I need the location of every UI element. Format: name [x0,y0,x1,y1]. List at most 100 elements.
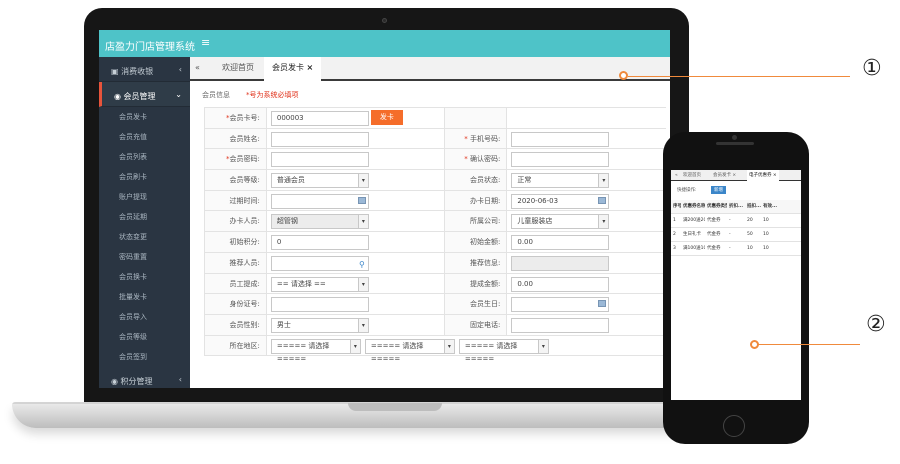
phone-new-button[interactable]: 新增 [711,186,726,194]
chevron-left-icon: ‹ [178,65,182,74]
sidebar-item-withdraw[interactable]: 账户提现 [99,187,190,207]
field-cell [507,253,666,273]
field-label: 提成金额: [445,273,508,294]
required-mark: * [226,114,230,122]
form-row: 初始积分: 0 初始金额: 0.00 [205,232,666,253]
sidebar-group-points[interactable]: ◉ 积分管理 ‹ [99,367,190,388]
coupon-table: 序号优惠券名称优惠券类型折扣...抵扣...有效...1满200送20代金券-2… [671,200,801,256]
table-cell: 10 [747,246,753,251]
form-row: 所在地区: ===== 请选择 ===== ▾ ===== 请选择 ===== ▾ ===… [205,335,666,363]
field-input[interactable] [270,131,369,147]
home-button[interactable] [723,415,745,437]
phone-back-icon[interactable]: « [673,170,680,181]
sidebar-group-label: 消费收银 [121,67,154,76]
field-input[interactable]: 000003 [270,111,369,126]
field-input[interactable]: 男士 ▾ [270,317,369,333]
table-cell: 10 [763,218,769,223]
field-input[interactable] [511,255,610,271]
form-row: *会员卡号: 000003 发卡 [205,108,666,129]
field-input[interactable]: 超管钢 ▾ [270,214,369,230]
field-label: *会员密码: [205,149,267,170]
field-cell: 儿童服装店 ▾ [507,211,666,231]
field-input[interactable]: 普通会员 ▾ [270,173,369,189]
sidebar-item-batch-issue[interactable]: 批量发卡 [99,287,190,307]
sidebar-item-checkin[interactable]: 会员签到 [99,347,190,367]
sidebar-item-issue-card[interactable]: 会员发卡 [99,107,190,127]
close-icon[interactable]: × [307,63,314,72]
chevron-down-icon: ▾ [598,174,609,188]
field-input[interactable] [511,297,610,313]
phone-tab-coupons[interactable]: 电子优惠券 × [747,170,779,181]
field-input[interactable] [511,131,610,147]
table-cell: 生日礼卡 [683,232,701,237]
field-input[interactable]: == 请选择 == ▾ [270,276,369,292]
field-label: * 确认密码: [445,149,508,170]
callout-number-1: ① [862,56,882,81]
table-row: 1 满200送20 代金券 - 20 10 [671,214,801,228]
table-row: 2 生日礼卡 代金券 - 50 10 [671,228,801,242]
field-label: *会员卡号: [205,108,267,128]
field-input[interactable] [270,193,369,209]
field-input[interactable]: 正常 ▾ [511,173,610,189]
field-input[interactable]: 0.00 [511,276,610,292]
field-input[interactable]: 儿童服装店 ▾ [511,214,610,230]
field-input[interactable] [511,152,610,168]
points-icon: ◉ [111,377,121,386]
sidebar-group-cashier[interactable]: ▣ 消费收银 ‹ [99,57,190,82]
form-row: *会员密码: * 确认密码: [205,149,666,171]
field-cell: 0.00 [507,232,666,252]
field-input[interactable]: 0.00 [511,235,610,251]
field-cell [267,294,446,314]
tab-home[interactable]: 欢迎首页 [214,57,262,81]
sidebar-item-recharge[interactable]: 会员充值 [99,127,190,147]
region-select[interactable]: ===== 请选择 ===== ▾ [270,338,361,363]
field-input[interactable] [270,297,369,313]
issue-card-button[interactable]: 发卡 [370,110,403,125]
region-select[interactable]: ===== 请选择 ===== ▾ [458,338,549,363]
chevron-down-icon: ▾ [357,215,368,229]
sidebar-item-status-change[interactable]: 状态变更 [99,227,190,247]
form-row: 办卡人员: 超管钢 ▾ 所属公司: 儿童服装店 ▾ [205,211,666,233]
field-label: 办卡人员: [205,211,267,232]
table-cell: 3 [673,246,676,251]
menu-toggle-icon[interactable]: ≡ [201,36,210,49]
field-cell [507,315,666,335]
field-input[interactable] [270,152,369,168]
phone-tab-issue[interactable]: 会员发卡 × [711,170,738,181]
field-cell [267,190,446,211]
sidebar-item-password-reset[interactable]: 密码重置 [99,247,190,267]
calendar-icon [598,300,607,308]
callout-dot-1 [619,71,628,80]
table-cell: 10 [763,246,769,251]
tab-back-icon[interactable]: « [190,57,208,81]
form-row: 会员姓名: * 手机号码: [205,128,666,150]
sidebar-item-levels[interactable]: 会员等级 [99,327,190,347]
field-input[interactable]: ⚲ [270,255,369,271]
chevron-down-icon: ▾ [349,339,360,353]
field-input[interactable]: 0 [270,235,369,251]
form-row: 员工提成: == 请选择 == ▾ 提成金额: 0.00 [205,273,666,295]
region-select[interactable]: ===== 请选择 ===== ▾ [364,338,455,363]
sidebar-item-replace-card[interactable]: 会员换卡 [99,267,190,287]
sidebar-group-label: 会员管理 [123,92,156,101]
form-grid: *会员卡号: 000003 发卡 会员姓名: * 手机号码: *会员密码: * 确认密码: 会… [204,107,666,363]
phone-tab-home[interactable]: 欢迎首页 [681,170,703,181]
sidebar-item-extend[interactable]: 会员延期 [99,207,190,227]
sidebar-item-import[interactable]: 会员导入 [99,307,190,327]
field-cell: 2020-06-03 [507,191,666,211]
table-cell: - [729,246,731,251]
tab-issue-card[interactable]: 会员发卡 × [264,57,322,81]
field-label: 员工提成: [205,273,267,294]
field-cell [507,129,666,149]
sidebar-item-member-list[interactable]: 会员列表 [99,147,190,167]
field-label: 会员状态: [445,170,508,190]
table-cell: 折扣... [729,204,744,209]
field-input[interactable] [511,317,610,333]
field-label: 会员姓名: [205,128,267,149]
field-input[interactable]: 2020-06-03 [511,193,610,209]
sidebar-item-swipe-card[interactable]: 会员刷卡 [99,167,190,187]
field-label: 推荐信息: [445,252,508,273]
field-label: 过期时间: [205,190,267,211]
sidebar-group-members[interactable]: ◉ 会员管理 ⌄ [99,82,190,107]
phone-screen: « 欢迎首页 会员发卡 × 电子优惠券 × 快捷操作: 新增 序号 优惠券名称 优惠… [671,170,801,400]
